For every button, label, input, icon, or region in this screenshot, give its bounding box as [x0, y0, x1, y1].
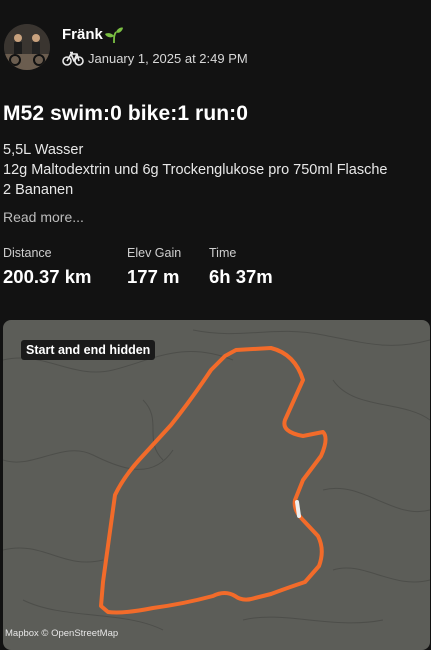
stat-distance: Distance 200.37 km [3, 246, 91, 288]
stat-label: Distance [3, 246, 52, 260]
read-more-link[interactable]: Read more... [3, 209, 84, 225]
activity-description: 5,5L Wasser 12g Maltodextrin und 6g Troc… [3, 140, 387, 200]
stat-time: Time 6h 37m [209, 246, 273, 288]
bike-icon [62, 51, 84, 67]
description-line: 5,5L Wasser [3, 142, 84, 158]
stat-label: Elev Gain [127, 246, 182, 260]
route-segment-highlight [295, 500, 301, 518]
map-contours [3, 329, 430, 631]
route-map[interactable]: Start and end hidden Mapbox © OpenStreet… [3, 320, 430, 650]
stat-elev-gain: Elev Gain 177 m [127, 246, 181, 288]
stat-value: 177 m [127, 266, 180, 287]
athlete-name[interactable]: Fränk [62, 26, 103, 43]
stat-value: 6h 37m [209, 266, 273, 287]
stat-value: 200.37 km [3, 266, 92, 287]
stat-label: Time [209, 246, 237, 260]
activity-date: January 1, 2025 at 2:49 PM [88, 51, 248, 66]
activity-header: Fränk January 1, 2025 at 2:49 PM [0, 0, 431, 90]
map-attribution[interactable]: Mapbox © OpenStreetMap [5, 628, 118, 639]
map-canvas [3, 329, 430, 631]
start-end-hidden-badge: Start and end hidden [21, 340, 156, 360]
description-line: 2 Bananen [3, 182, 74, 198]
sprout-icon [104, 26, 124, 44]
description-line: 12g Maltodextrin und 6g Trockenglukose p… [3, 162, 388, 178]
activity-title[interactable]: M52 swim:0 bike:1 run:0 [3, 102, 248, 126]
route-line [99, 346, 328, 615]
avatar[interactable] [4, 24, 50, 70]
